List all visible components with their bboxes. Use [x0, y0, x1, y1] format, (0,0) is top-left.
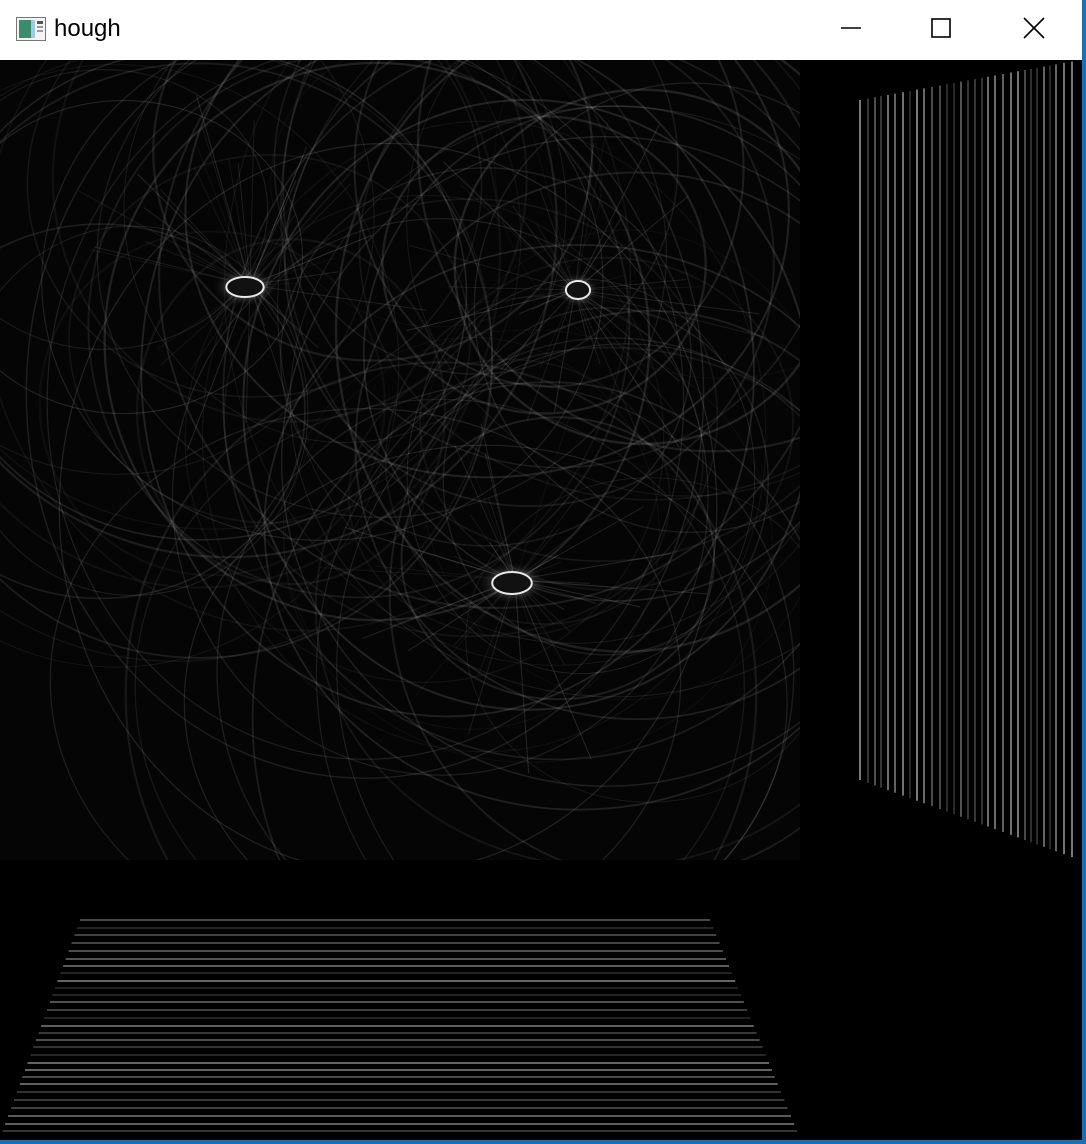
app-icon	[16, 17, 46, 41]
accumulator-peak-ring	[564, 280, 592, 300]
horizontal-profile-image	[0, 860, 800, 1140]
window-border-bottom	[0, 1140, 1086, 1144]
accumulator-peak-ring	[225, 276, 265, 298]
accumulator-ray	[196, 145, 251, 286]
close-icon	[1023, 17, 1045, 39]
window-border-right	[1082, 0, 1086, 1144]
window-title: hough	[54, 15, 121, 42]
maximize-button[interactable]	[895, 0, 987, 56]
maximize-icon	[931, 18, 951, 38]
vertical-profile-image	[800, 60, 1082, 860]
horizontal-profile-canvas	[2, 919, 798, 1132]
minimize-icon	[841, 27, 861, 29]
accumulator-canvas	[0, 60, 800, 860]
accumulator-arc	[0, 100, 304, 415]
accumulator-peak-ring	[491, 571, 533, 595]
accumulator-ray	[465, 451, 516, 581]
empty-corner	[800, 860, 1082, 1140]
title-bar[interactable]: hough	[0, 0, 1082, 60]
accumulator-ray	[79, 190, 251, 286]
vertical-profile-canvas	[859, 61, 1073, 858]
accumulator-ray	[514, 579, 530, 774]
minimize-button[interactable]	[805, 0, 897, 56]
accumulator-arc	[124, 361, 758, 860]
accumulator-ray	[574, 289, 767, 339]
close-button[interactable]	[988, 0, 1080, 56]
accumulator-ray	[249, 119, 255, 286]
accumulator-ray	[249, 173, 351, 286]
hough-accumulator-image	[0, 60, 800, 860]
hough-window: hough	[0, 0, 1086, 1144]
